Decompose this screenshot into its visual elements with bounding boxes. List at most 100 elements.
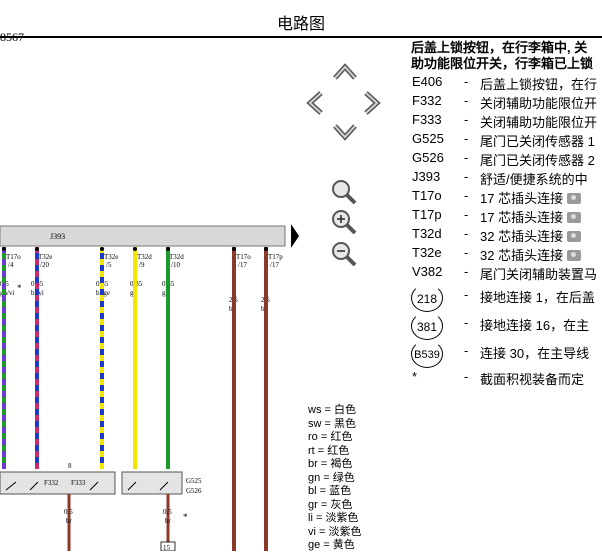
legend-dash: - — [464, 343, 469, 358]
component-desc: 接地连接 1，在后盖 — [480, 290, 595, 305]
legend-row: G526 - 尾门已关闭传感器 2 — [411, 150, 602, 169]
component-code: T32e — [412, 245, 442, 260]
pin-number: /5 — [106, 261, 112, 269]
pin-label: T17o — [6, 253, 21, 261]
legend-row: G525 - 尾门已关闭传感器 1 — [411, 131, 602, 150]
component-code: F332 — [412, 93, 442, 108]
expand-arrow-icon[interactable] — [291, 224, 299, 248]
color-code-row: ws = 白色 — [308, 404, 356, 416]
wire-color: br — [165, 517, 172, 525]
module-label: J393 — [50, 232, 65, 241]
legend-row: T17p -17 芯插头连接 — [411, 207, 602, 226]
color-code-row: li = 淡紫色 — [308, 512, 359, 524]
pin-number: /4 — [8, 261, 14, 269]
connector-number: 15 — [163, 544, 171, 551]
pin-label: T32e — [38, 253, 52, 261]
wire-color-key: ws = 白色 sw = 黑色 ro = 红色 rt = 红色 br = 褐色 … — [308, 404, 362, 553]
camera-icon[interactable] — [567, 231, 582, 242]
legend-row: E406 - 后盖上锁按钮，在行 — [411, 74, 602, 93]
pin-number: /17 — [238, 261, 247, 269]
pin-number: /17 — [270, 261, 279, 269]
camera-icon[interactable] — [567, 250, 582, 261]
legend-dash: - — [464, 264, 469, 279]
component-code: G526 — [412, 150, 444, 165]
color-code-row: gr = 灰色 — [308, 498, 353, 511]
component-code: E406 — [412, 74, 443, 89]
legend-dash: - — [464, 74, 469, 89]
component-desc: 后盖上锁按钮，在行 — [480, 77, 598, 92]
legend-row: T32e -32 芯插头连接 — [411, 245, 602, 264]
legend-dash: - — [464, 226, 469, 241]
wiring-diagram[interactable]: J393 T17o /4 T32e /20 T32e /5 T32d /9 T3… — [0, 40, 300, 551]
switch-label: F333 — [71, 479, 86, 487]
arrow-left-icon[interactable] — [305, 90, 325, 116]
color-code-row: bl = 蓝色 — [308, 485, 352, 497]
legend-dash: - — [464, 315, 469, 330]
sensor-label: G526 — [186, 487, 202, 495]
pin-number: /20 — [40, 261, 49, 269]
component-desc: 32 芯插头连接 — [480, 226, 582, 245]
legend-dash: - — [464, 245, 469, 260]
legend-dash: - — [464, 150, 469, 165]
legend-title: 后盖上锁按钮，在行李箱中, 关 助功能限位开关，行李箱已上锁 — [411, 40, 602, 72]
legend-title-line: 助功能限位开关，行李箱已上锁 — [411, 56, 594, 71]
page-title: 电路图 — [276, 16, 325, 33]
ground-point-symbol: 218 — [411, 284, 443, 312]
wire-size: 0.5 — [163, 508, 172, 516]
component-desc: 32 芯插头连接 — [480, 245, 582, 264]
color-code-row: rt = 红色 — [308, 444, 350, 457]
component-desc: 接地连接 16，在主 — [480, 318, 590, 333]
component-desc: 17 芯插头连接 — [480, 188, 582, 207]
component-desc: 关闭辅助功能限位开 — [480, 96, 598, 111]
pin-label: T17p — [268, 253, 283, 261]
color-code-row: gn = 绿色 — [308, 471, 355, 484]
zoom-in-icon[interactable] — [330, 208, 358, 236]
pin-number: 8 — [68, 462, 72, 470]
component-code: F333 — [412, 112, 442, 127]
asterisk-mark: * — [17, 283, 22, 293]
component-code: G525 — [412, 131, 444, 146]
legend-row: T17o -17 芯插头连接 — [411, 188, 602, 207]
legend-dash: - — [464, 169, 469, 184]
camera-icon[interactable] — [567, 193, 582, 204]
legend-dash: - — [464, 207, 469, 222]
module-j393 — [0, 225, 286, 247]
legend-row: V382 - 尾门关闭辅助装置马 — [411, 264, 602, 283]
legend-row: F333 - 关闭辅助功能限位开 — [411, 112, 602, 131]
legend-row: T32d -32 芯插头连接 — [411, 226, 602, 245]
component-code: J393 — [412, 169, 441, 184]
legend-row: F332 - 关闭辅助功能限位开 — [411, 93, 602, 112]
arrow-down-icon[interactable] — [332, 122, 358, 142]
component-desc: 关闭辅助功能限位开 — [480, 115, 598, 130]
header-divider — [0, 36, 602, 38]
legend-row: B539 - 连接 30，在主导线 — [411, 340, 602, 369]
pin-label: T17o — [236, 253, 251, 261]
color-code-row: sw = 黑色 — [308, 417, 356, 430]
arrow-up-icon[interactable] — [332, 62, 358, 82]
component-desc: 尾门已关闭传感器 1 — [480, 134, 595, 149]
legend-row: 381 - 接地连接 16，在主 — [411, 312, 602, 343]
pin-number: /10 — [171, 261, 180, 269]
ground-point-symbol: 381 — [411, 312, 443, 340]
footnote-mark: * — [412, 369, 418, 384]
sensor-block — [121, 471, 183, 495]
legend-dash: - — [464, 287, 469, 302]
legend-dash: - — [464, 369, 469, 384]
component-code: T32d — [412, 226, 442, 241]
legend-dash: - — [464, 112, 469, 127]
color-code-row: ge = 黄色 — [308, 539, 355, 551]
magnifier-icon[interactable] — [330, 178, 358, 206]
pin-number: /9 — [139, 261, 145, 269]
component-desc: 舒适/便捷系统的中 — [480, 172, 588, 187]
legend-dash: - — [464, 131, 469, 146]
camera-icon[interactable] — [567, 212, 582, 223]
wire-size: 0.5 — [64, 508, 73, 516]
arrow-right-icon[interactable] — [362, 90, 382, 116]
component-code: T17p — [412, 207, 442, 222]
zoom-out-icon[interactable] — [330, 240, 358, 268]
diagram-navigation — [300, 60, 390, 270]
pin-label: T32d — [169, 253, 184, 261]
component-desc: 17 芯插头连接 — [480, 207, 582, 226]
asterisk-mark: * — [183, 512, 188, 522]
component-desc: 尾门已关闭传感器 2 — [480, 153, 595, 168]
